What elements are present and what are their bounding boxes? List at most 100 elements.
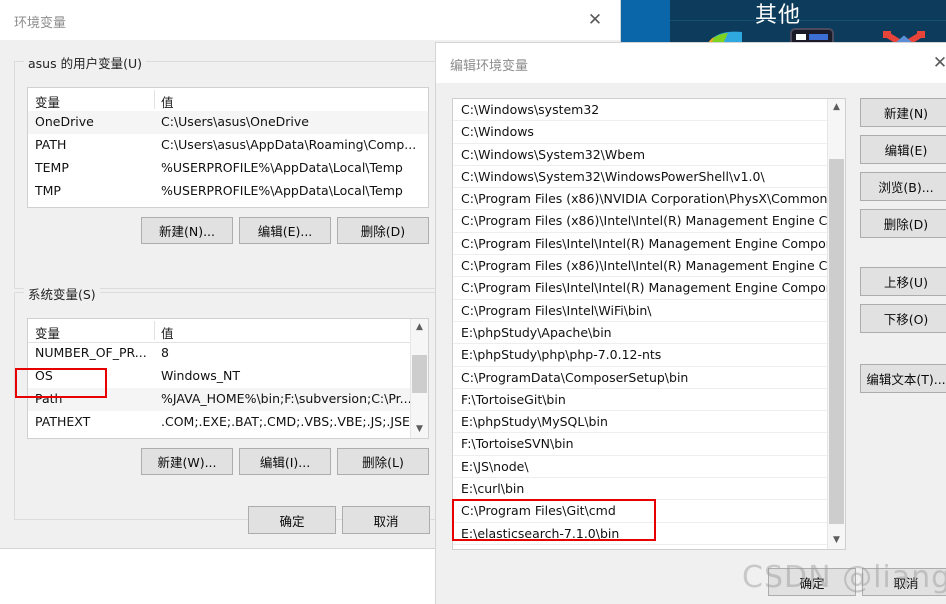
list-item[interactable]: C:\Program Files (x86)\Intel\Intel(R) Ma… bbox=[453, 210, 845, 233]
system-edit-button[interactable]: 编辑(I)... bbox=[239, 448, 331, 475]
path-entry: E:\elasticsearch-7.1.0\bin bbox=[461, 525, 620, 541]
user-var-name: TMP bbox=[35, 183, 61, 198]
list-item[interactable]: C:\Windows\system32 bbox=[453, 99, 828, 122]
system-var-value: .COM;.EXE;.BAT;.CMD;.VBS;.VBE;.JS;.JSE;.… bbox=[161, 414, 427, 429]
path-new-button[interactable]: 新建(N) bbox=[860, 98, 946, 127]
list-item[interactable]: E:\curl\bin bbox=[453, 478, 828, 501]
table-row[interactable]: NUMBER_OF_PR... 8 bbox=[28, 342, 410, 365]
path-entry: C:\Program Files\Intel\WiFi\bin\ bbox=[461, 302, 652, 318]
path-entry: C:\Windows\System32\WindowsPowerShell\v1… bbox=[461, 168, 765, 184]
path-delete-button[interactable]: 删除(D) bbox=[860, 209, 946, 238]
scrollbar-thumb[interactable] bbox=[412, 355, 427, 393]
user-col-value[interactable]: 值 bbox=[161, 92, 174, 111]
close-icon[interactable]: ✕ bbox=[582, 8, 608, 32]
user-edit-button[interactable]: 编辑(E)... bbox=[239, 217, 331, 244]
system-var-name: NUMBER_OF_PR... bbox=[35, 345, 147, 360]
table-row[interactable]: OS Windows_NT bbox=[28, 365, 410, 388]
system-delete-button[interactable]: 删除(L) bbox=[337, 448, 429, 475]
system-var-name: PATHEXT bbox=[35, 414, 91, 429]
user-var-value: C:\Users\asus\AppData\Roaming\Comp... bbox=[161, 137, 417, 152]
user-variables-listview[interactable]: 变量 值 OneDrive C:\Users\asus\OneDrive PAT… bbox=[27, 87, 429, 208]
path-entry: C:\Program Files\Intel\Intel(R) Manageme… bbox=[461, 235, 846, 251]
list-item[interactable]: E:\elasticsearch-7.1.0\bin bbox=[453, 523, 828, 545]
edit-window-title: 编辑环境变量 bbox=[450, 59, 529, 74]
list-item[interactable]: C:\Program Files\Intel\WiFi\bin\ bbox=[453, 300, 828, 322]
scrollbar-thumb[interactable] bbox=[829, 159, 844, 524]
scroll-up-icon[interactable]: ▲ bbox=[828, 99, 845, 116]
scroll-down-icon[interactable]: ▼ bbox=[828, 532, 845, 549]
system-var-name: Path bbox=[35, 391, 63, 406]
list-item[interactable]: C:\Program Files\Intel\Intel(R) Manageme… bbox=[453, 233, 845, 256]
list-item[interactable]: C:\Program Files\Intel\Intel(R) Manageme… bbox=[453, 277, 845, 300]
list-item[interactable]: C:\ProgramData\ComposerSetup\bin bbox=[453, 367, 828, 389]
close-icon[interactable]: ✕ bbox=[927, 51, 946, 75]
user-var-value: %USERPROFILE%\AppData\Local\Temp bbox=[161, 183, 403, 198]
path-entry: E:\phpStudy\php\php-7.0.12-nts bbox=[461, 347, 662, 363]
table-row[interactable]: TEMP %USERPROFILE%\AppData\Local\Temp bbox=[28, 157, 428, 180]
path-list-scrollbar[interactable]: ▲ ▼ bbox=[827, 99, 845, 549]
env-cancel-button[interactable]: 取消 bbox=[342, 506, 430, 534]
path-entry: C:\Program Files\Git\cmd bbox=[461, 503, 616, 519]
system-variables-rows: NUMBER_OF_PR... 8 OS Windows_NT Path %JA… bbox=[28, 342, 426, 438]
system-new-button[interactable]: 新建(W)... bbox=[141, 448, 233, 475]
list-item[interactable]: C:\Windows\System32\Wbem bbox=[453, 144, 828, 166]
user-col-separator[interactable] bbox=[154, 90, 155, 109]
list-item[interactable]: C:\Program Files (x86)\Intel\Intel(R) Ma… bbox=[453, 255, 845, 278]
user-col-name[interactable]: 变量 bbox=[35, 92, 60, 111]
system-variables-listview[interactable]: 变量 值 NUMBER_OF_PR... 8 OS Windows_NT Pat… bbox=[27, 318, 429, 439]
table-row[interactable]: OneDrive C:\Users\asus\OneDrive bbox=[28, 111, 428, 134]
user-delete-button[interactable]: 删除(D) bbox=[337, 217, 429, 244]
edit-environment-variable-window: 编辑环境变量 ✕ C:\Windows\system32 C:\Windows … bbox=[435, 42, 946, 604]
scroll-down-icon[interactable]: ▼ bbox=[411, 421, 428, 438]
user-new-button[interactable]: 新建(N)... bbox=[141, 217, 233, 244]
path-entries-listbox[interactable]: C:\Windows\system32 C:\Windows C:\Window… bbox=[452, 98, 846, 550]
screenshot-root: 其他 环境变量 ✕ asus 的用户变量(U) 变量 值 OneDrive C:… bbox=[0, 0, 946, 604]
system-variables-legend: 系统变量(S) bbox=[24, 284, 100, 303]
user-var-name: PATH bbox=[35, 137, 67, 152]
list-item[interactable]: C:\Windows bbox=[453, 121, 828, 144]
table-row[interactable]: TMP %USERPROFILE%\AppData\Local\Temp bbox=[28, 180, 428, 203]
table-row[interactable]: Path %JAVA_HOME%\bin;F:\subversion;C:\Pr… bbox=[28, 388, 412, 411]
table-row[interactable]: PROCESSOR_AR... AMD64 bbox=[28, 434, 410, 438]
user-var-name: TEMP bbox=[35, 160, 69, 175]
system-var-name: OS bbox=[35, 368, 53, 383]
list-item[interactable]: F:\TortoiseGit\bin bbox=[453, 389, 828, 412]
env-window-title: 环境变量 bbox=[14, 16, 67, 31]
path-move-up-button[interactable]: 上移(U) bbox=[860, 267, 946, 296]
env-ok-button[interactable]: 确定 bbox=[248, 506, 336, 534]
list-item[interactable]: C:\Windows\System32\WindowsPowerShell\v1… bbox=[453, 166, 828, 189]
path-edit-text-button[interactable]: 编辑文本(T)... bbox=[860, 364, 946, 393]
system-col-separator[interactable] bbox=[154, 321, 155, 340]
start-menu-group-title: 其他 bbox=[754, 3, 801, 28]
path-entry: C:\ProgramData\ComposerSetup\bin bbox=[461, 369, 689, 385]
system-col-name[interactable]: 变量 bbox=[35, 323, 60, 342]
table-row[interactable]: PATHEXT .COM;.EXE;.BAT;.CMD;.VBS;.VBE;.J… bbox=[28, 411, 426, 434]
scroll-up-icon[interactable]: ▲ bbox=[411, 319, 428, 336]
system-var-value: %JAVA_HOME%\bin;F:\subversion;C:\Pr... bbox=[161, 391, 412, 406]
system-var-value: AMD64 bbox=[161, 437, 206, 438]
path-move-down-button[interactable]: 下移(O) bbox=[860, 304, 946, 333]
list-item[interactable] bbox=[453, 545, 828, 549]
path-entry: C:\Windows\System32\Wbem bbox=[461, 146, 646, 162]
system-var-value: 8 bbox=[161, 345, 169, 360]
list-item[interactable]: E:\JS\node\ bbox=[453, 456, 828, 479]
table-row[interactable]: PATH C:\Users\asus\AppData\Roaming\Comp.… bbox=[28, 134, 428, 157]
system-variables-scrollbar[interactable]: ▲ ▼ bbox=[410, 319, 428, 438]
watermark-text: CSDN @liangdsh bbox=[742, 560, 946, 595]
path-entry: C:\Windows bbox=[461, 124, 534, 140]
list-item[interactable]: E:\phpStudy\php\php-7.0.12-nts bbox=[453, 344, 828, 367]
path-browse-button[interactable]: 浏览(B)... bbox=[860, 172, 946, 201]
path-edit-button[interactable]: 编辑(E) bbox=[860, 135, 946, 164]
list-item[interactable]: F:\TortoiseSVN\bin bbox=[453, 433, 828, 456]
list-item[interactable]: E:\phpStudy\Apache\bin bbox=[453, 322, 828, 345]
list-item[interactable]: C:\Program Files (x86)\NVIDIA Corporatio… bbox=[453, 188, 828, 211]
list-item[interactable]: C:\Program Files\Git\cmd bbox=[453, 500, 828, 523]
path-entry: F:\TortoiseSVN\bin bbox=[461, 436, 574, 452]
system-var-value: Windows_NT bbox=[161, 368, 241, 383]
path-entry: E:\curl\bin bbox=[461, 481, 525, 497]
path-entry: C:\Program Files (x86)\Intel\Intel(R) Ma… bbox=[461, 213, 846, 229]
system-col-value[interactable]: 值 bbox=[161, 323, 174, 342]
user-variables-legend: asus 的用户变量(U) bbox=[24, 53, 146, 72]
system-variables-header: 变量 值 bbox=[28, 319, 428, 343]
list-item[interactable]: E:\phpStudy\MySQL\bin bbox=[453, 411, 828, 434]
